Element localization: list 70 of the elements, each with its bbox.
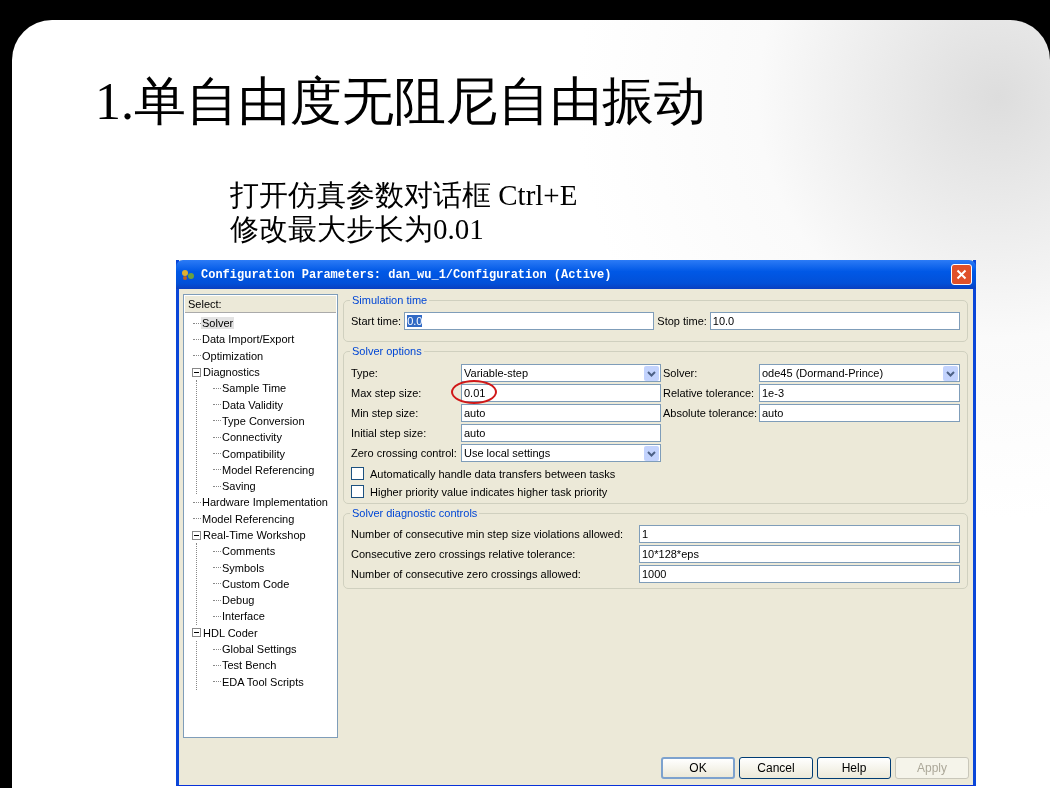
tree-item[interactable]: Optimization	[201, 349, 265, 362]
checkbox[interactable]	[351, 485, 364, 498]
tree-item[interactable]: Solver	[201, 317, 235, 330]
tree-item[interactable]: HDL Coder	[202, 626, 259, 639]
dropdown[interactable]: Variable-step	[461, 364, 661, 382]
group-title: Simulation time	[351, 294, 429, 306]
field-label: Solver:	[663, 367, 699, 379]
dialog-button[interactable]: OK	[661, 757, 735, 779]
checkbox-label: Automatically handle data transfers between tasks	[370, 467, 616, 480]
checkbox[interactable]	[351, 467, 364, 480]
tree-item[interactable]: Type Conversion	[221, 414, 306, 427]
input-field[interactable]: 1	[639, 525, 960, 543]
field-label: Zero crossing control:	[351, 447, 458, 459]
tree-item[interactable]: Hardware Implementation	[201, 496, 329, 509]
slide-text: 打开仿真参数对话框 Ctrl+E	[230, 178, 579, 212]
field-label: Type:	[351, 367, 379, 379]
tree-item[interactable]: Comments	[221, 545, 277, 558]
tree-item[interactable]: Diagnostics	[202, 366, 261, 379]
tree-item[interactable]: Model Referencing	[221, 463, 316, 476]
input-field[interactable]: 1e-3	[759, 384, 960, 402]
tree-item[interactable]: Model Referencing	[201, 512, 296, 525]
input-field[interactable]: 0.01	[461, 384, 661, 402]
tree-item[interactable]: Debug	[221, 594, 256, 607]
tree-item[interactable]: Custom Code	[221, 577, 291, 590]
tree-header: Select:	[185, 296, 336, 313]
field-label: Consecutive zero crossings relative tolerance:	[351, 548, 577, 560]
close-icon	[956, 269, 967, 280]
tree-item[interactable]: Global Settings	[221, 643, 298, 656]
tree-item[interactable]: Data Validity	[221, 398, 284, 411]
tree-item[interactable]: Data Import/Export	[201, 333, 296, 346]
tree-item[interactable]: EDA Tool Scripts	[221, 675, 305, 688]
group-title: Solver diagnostic controls	[351, 507, 479, 519]
tree-item[interactable]: Sample Time	[221, 382, 288, 395]
input-field[interactable]: auto	[461, 404, 661, 422]
field-label: Stop time:	[657, 315, 707, 327]
tree-item[interactable]: Connectivity	[221, 431, 283, 444]
field-label: Max step size:	[351, 387, 423, 399]
input-field[interactable]: auto	[759, 404, 960, 422]
tree-item[interactable]: Compatibility	[221, 447, 286, 460]
checkbox-label: Higher priority value indicates higher task priority	[370, 485, 608, 498]
slide-title: 1.单自由度无阻尼自由振动	[95, 72, 707, 132]
input-field[interactable]: 10*128*eps	[639, 545, 960, 563]
app-icon	[180, 267, 196, 282]
dropdown[interactable]: ode45 (Dormand-Prince)	[759, 364, 960, 382]
input-field[interactable]: auto	[461, 424, 661, 442]
input-field[interactable]: 1000	[639, 565, 960, 583]
window-title: Configuration Parameters: dan_wu_1/Configuration (Active)	[201, 267, 613, 282]
field-label: Start time:	[351, 315, 402, 327]
field-label: Absolute tolerance:	[663, 407, 757, 419]
tree-item[interactable]: Saving	[221, 480, 257, 493]
collapse-icon[interactable]	[192, 530, 201, 540]
tree-item[interactable]: Symbols	[221, 561, 266, 574]
group-title: Solver options	[351, 345, 423, 357]
dropdown[interactable]: Use local settings	[461, 444, 661, 462]
input-field[interactable]: 10.0	[709, 312, 960, 330]
collapse-icon[interactable]	[192, 367, 201, 377]
dialog-button[interactable]: Cancel	[739, 757, 813, 779]
dialog-button[interactable]: Help	[817, 757, 891, 779]
slide-text: 修改最大步长为0.01	[230, 212, 485, 246]
field-label: Number of consecutive zero crossings allowed:	[351, 568, 582, 580]
field-label: Number of consecutive min step size violations allowed:	[351, 528, 625, 540]
tree-item[interactable]: Real-Time Workshop	[202, 529, 307, 541]
close-button[interactable]	[951, 264, 972, 285]
collapse-icon[interactable]	[192, 628, 201, 638]
tree-item[interactable]: Test Bench	[221, 659, 278, 672]
input-field[interactable]: 0.0	[404, 312, 655, 330]
field-label: Relative tolerance:	[663, 387, 756, 399]
field-label: Initial step size:	[351, 427, 428, 439]
tree-item[interactable]: Interface	[221, 610, 266, 623]
field-label: Min step size:	[351, 407, 420, 419]
